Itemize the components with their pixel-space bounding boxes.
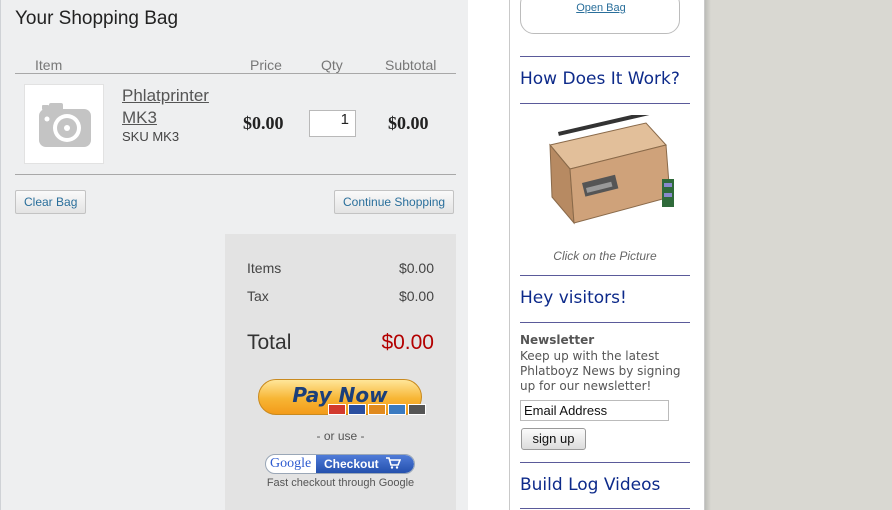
sidebar-divider bbox=[520, 103, 690, 104]
email-field[interactable]: Email Address bbox=[520, 400, 669, 421]
card-logos-icon bbox=[328, 404, 426, 415]
newsletter-text: Keep up with the latest Phlatboyz News b… bbox=[520, 349, 681, 393]
checkout-label: Checkout bbox=[316, 455, 414, 473]
tax-value: $0.00 bbox=[398, 288, 434, 304]
build-log-videos-title: Build Log Videos bbox=[520, 475, 661, 495]
summary-tax-row: Tax $0.00 bbox=[247, 288, 434, 304]
hey-visitors-title: Hey visitors! bbox=[520, 288, 627, 308]
picture-caption: Click on the Picture bbox=[553, 249, 657, 263]
google-logo: Google bbox=[270, 456, 312, 471]
sidebar-divider bbox=[520, 508, 690, 509]
column-header-item: Item bbox=[35, 57, 63, 73]
sidebar-shadow bbox=[705, 0, 711, 510]
product-sku: SKU MK3 bbox=[122, 129, 180, 144]
summary-total-row: Total $0.00 bbox=[247, 331, 434, 355]
sidebar-divider bbox=[520, 322, 690, 323]
column-header-price: Price bbox=[250, 57, 282, 73]
open-bag-link[interactable]: Open Bag bbox=[521, 2, 681, 14]
summary-items-row: Items $0.00 bbox=[247, 260, 434, 276]
checkout-text: Checkout bbox=[324, 457, 379, 471]
cart-icon bbox=[386, 457, 402, 469]
item-subtotal: $0.00 bbox=[388, 113, 429, 133]
quantity-input[interactable]: 1 bbox=[309, 110, 356, 137]
item-divider bbox=[15, 174, 456, 175]
how-it-works-title: How Does It Work? bbox=[520, 69, 680, 89]
order-summary: Items $0.00 Tax $0.00 Total $0.00 Pay No… bbox=[225, 234, 456, 510]
product-name-link[interactable]: Phlatprinter MK3 bbox=[122, 85, 232, 129]
or-use-text: - or use - bbox=[316, 429, 365, 443]
total-value: $0.00 bbox=[381, 331, 434, 354]
column-header-qty: Qty bbox=[321, 57, 343, 73]
tax-label: Tax bbox=[247, 288, 269, 304]
total-label: Total bbox=[247, 331, 292, 354]
shopping-bag-panel: Your Shopping Bag Item Price Qty Subtota… bbox=[0, 0, 468, 510]
clear-bag-button[interactable]: Clear Bag bbox=[15, 190, 87, 214]
fast-checkout-text: Fast checkout through Google bbox=[266, 477, 415, 489]
product-thumbnail[interactable] bbox=[24, 84, 104, 164]
camera-placeholder-icon bbox=[39, 103, 91, 147]
sidebar: Open Bag How Does It Work? Click on the … bbox=[509, 0, 705, 510]
items-label: Items bbox=[247, 260, 282, 276]
page-title: Your Shopping Bag bbox=[15, 8, 179, 29]
sign-up-button[interactable]: sign up bbox=[521, 428, 586, 450]
sidebar-divider bbox=[520, 275, 690, 276]
phlatprinter-machine-image[interactable] bbox=[538, 115, 678, 240]
header-divider bbox=[15, 73, 456, 74]
sidebar-divider bbox=[520, 56, 690, 57]
newsletter-heading: Newsletter bbox=[520, 333, 595, 347]
items-value: $0.00 bbox=[398, 260, 434, 276]
column-header-subtotal: Subtotal bbox=[385, 57, 437, 73]
mini-bag-box: Open Bag bbox=[520, 0, 680, 34]
paypal-pay-now-button[interactable]: Pay Now bbox=[258, 377, 426, 419]
continue-shopping-button[interactable]: Continue Shopping bbox=[334, 190, 455, 214]
google-checkout-button[interactable]: Google Checkout bbox=[265, 454, 415, 474]
item-price: $0.00 bbox=[243, 113, 284, 133]
content-gutter bbox=[468, 0, 510, 510]
sidebar-divider bbox=[520, 462, 690, 463]
